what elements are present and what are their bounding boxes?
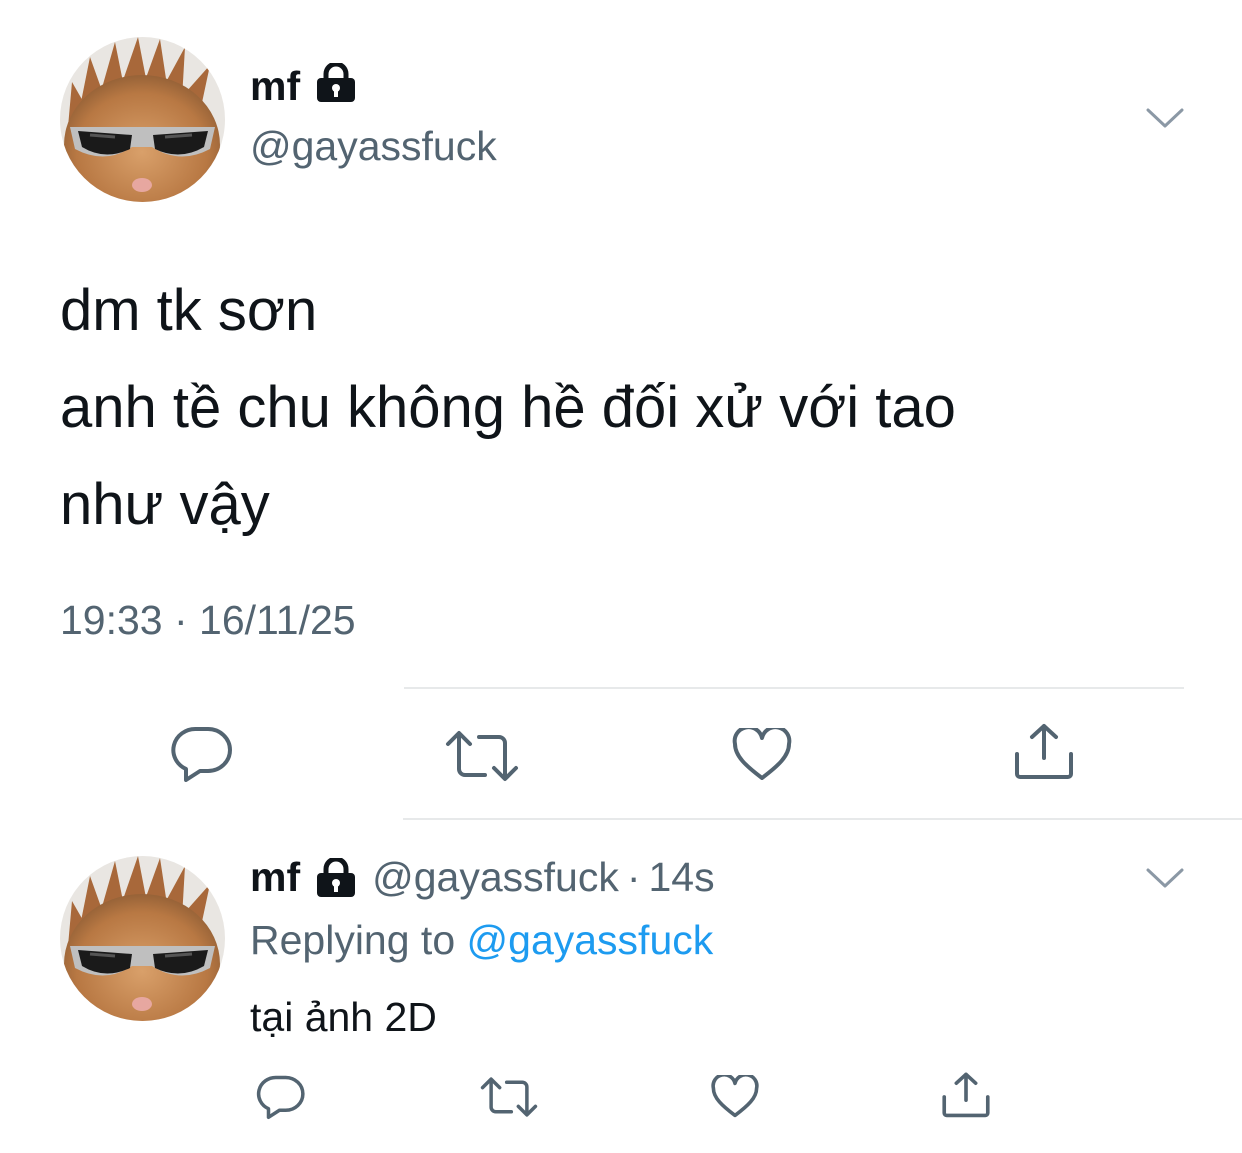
- like-icon[interactable]: [711, 1075, 759, 1119]
- lock-icon: [314, 61, 358, 110]
- display-name: mf: [250, 63, 301, 109]
- tweet-time[interactable]: 14s: [649, 857, 715, 898]
- avatar[interactable]: [60, 856, 225, 1021]
- tweet-timestamp[interactable]: 19:33 · 16/11/25: [60, 600, 356, 641]
- reply-icon[interactable]: [170, 726, 234, 782]
- retweet-icon[interactable]: [445, 729, 519, 783]
- retweet-icon[interactable]: [480, 1076, 538, 1118]
- chevron-down-icon[interactable]: [1145, 106, 1185, 130]
- display-name[interactable]: mf: [250, 857, 300, 898]
- like-icon[interactable]: [732, 728, 792, 782]
- avatar-image: [60, 37, 225, 202]
- share-icon[interactable]: [941, 1071, 991, 1118]
- tweet-text: tại ảnh 2D: [250, 994, 437, 1040]
- divider: [404, 687, 1184, 689]
- avatar[interactable]: [60, 37, 225, 202]
- chevron-down-icon[interactable]: [1145, 866, 1185, 890]
- avatar-image: [60, 856, 225, 1021]
- share-icon[interactable]: [1013, 722, 1075, 780]
- reply-header: mf @gayassfuck · 14s: [250, 857, 715, 898]
- author-handle[interactable]: @gayassfuck: [372, 857, 619, 898]
- replying-prefix: Replying to: [250, 917, 456, 963]
- tweet-thread: mf @gayassfuck dm tk sơn anh tề chu khôn…: [0, 0, 1242, 1153]
- author-handle[interactable]: @gayassfuck: [250, 126, 497, 167]
- separator-dot: ·: [626, 854, 641, 900]
- tweet-text-line: như vậy: [60, 472, 270, 537]
- tweet-text: dm tk sơn anh tề chu không hề đối xử với…: [60, 262, 1180, 553]
- mention-link[interactable]: @gayassfuck: [467, 917, 714, 963]
- tweet-text-line: anh tề chu không hề đối xử với tao: [60, 375, 956, 440]
- replying-to: Replying to @gayassfuck: [250, 920, 713, 961]
- lock-icon: [314, 857, 358, 898]
- author-name[interactable]: mf: [250, 61, 358, 110]
- divider: [403, 818, 1242, 820]
- tweet-text-line: dm tk sơn: [60, 278, 318, 343]
- reply-icon[interactable]: [256, 1074, 306, 1120]
